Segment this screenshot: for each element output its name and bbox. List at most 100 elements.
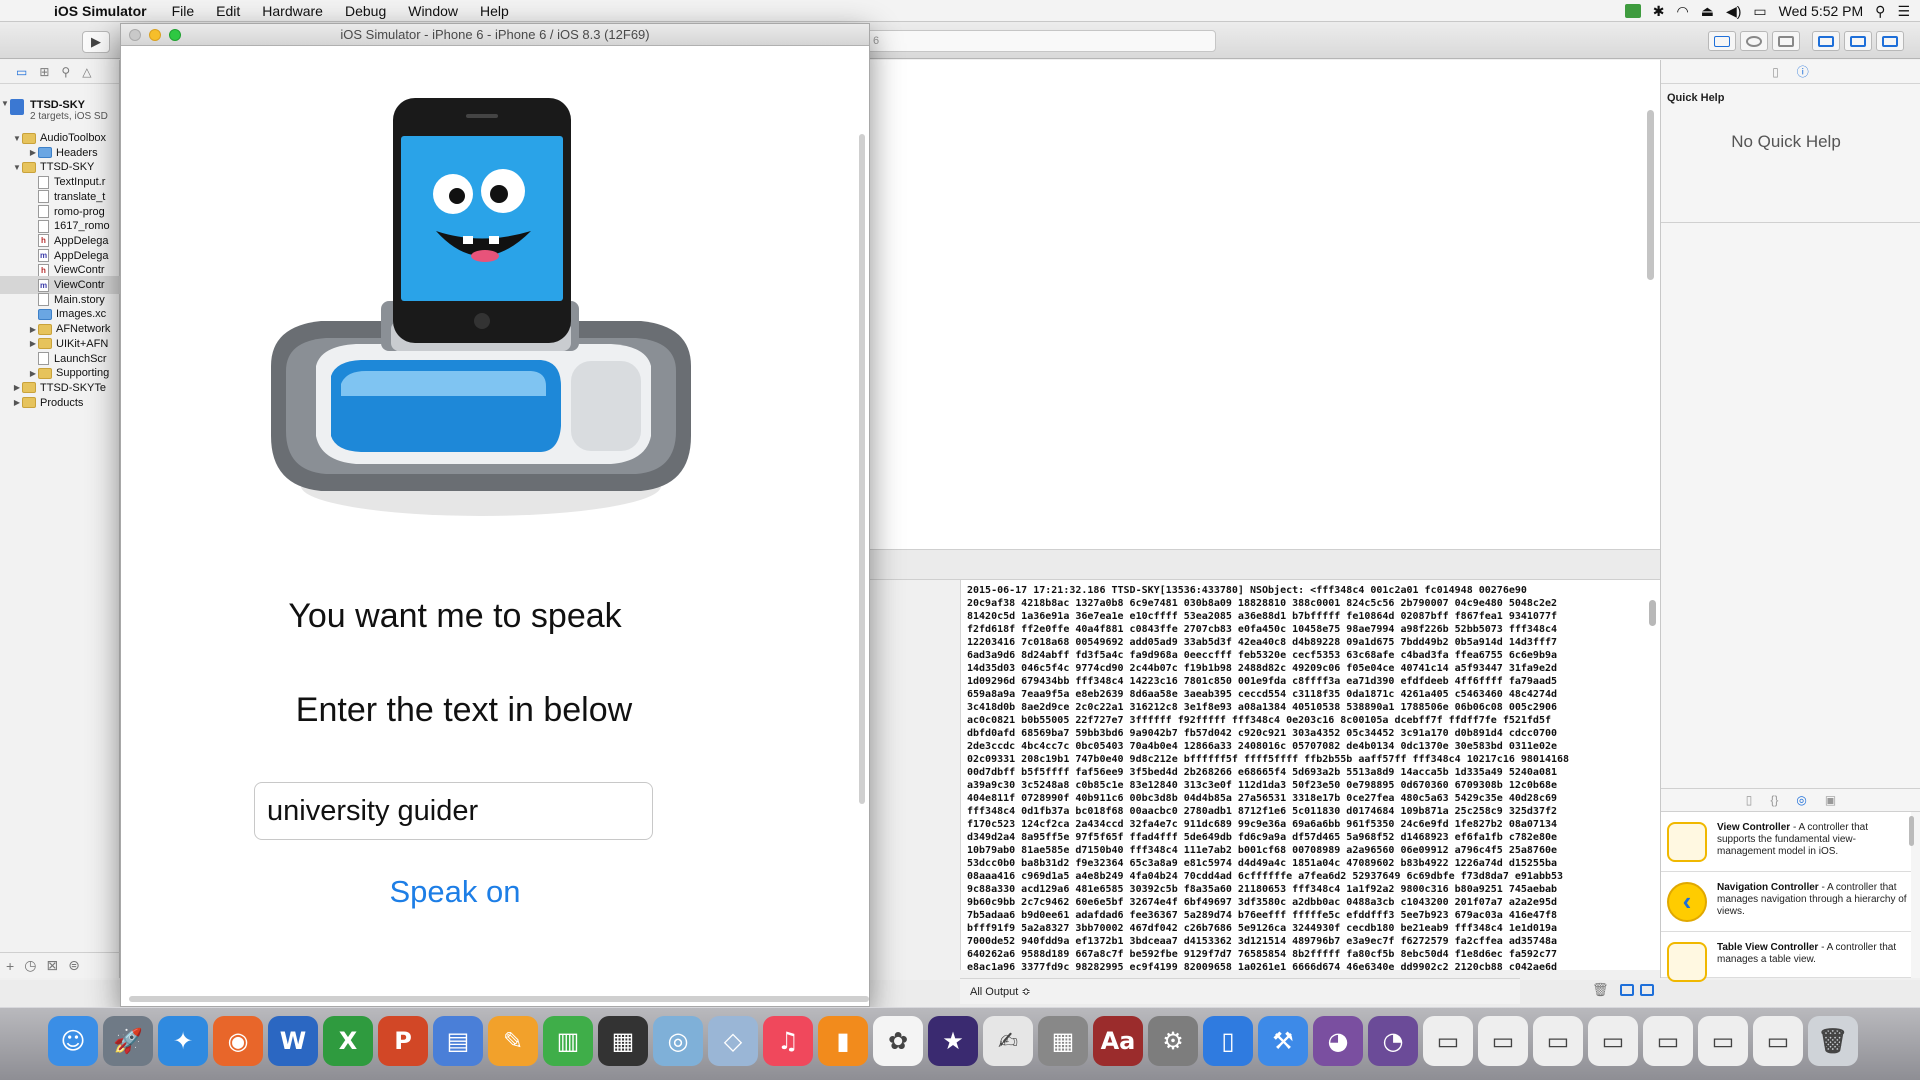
run-button[interactable]: ▶ xyxy=(82,31,110,53)
word-icon[interactable]: W xyxy=(268,1016,318,1066)
eject-icon[interactable]: ⏏ xyxy=(1701,3,1714,20)
menu-hardware[interactable]: Hardware xyxy=(251,3,334,19)
simulator-titlebar[interactable]: iOS Simulator - iPhone 6 - iPhone 6 / iO… xyxy=(121,24,869,46)
firefox-icon[interactable]: ◉ xyxy=(213,1016,263,1066)
dock-item[interactable]: ◔ xyxy=(1368,1016,1418,1072)
network-icon[interactable]: ◎ xyxy=(653,1016,703,1066)
status-app-icon[interactable] xyxy=(1624,4,1641,18)
menu-window[interactable]: Window xyxy=(397,3,469,19)
dock-item[interactable]: ◕ xyxy=(1313,1016,1363,1072)
file-inspector-icon[interactable]: ▯ xyxy=(1772,65,1779,79)
simulator-horizontal-scrollbar[interactable] xyxy=(129,996,869,1002)
code-editor[interactable] xyxy=(870,60,1660,550)
menu-debug[interactable]: Debug xyxy=(334,3,397,19)
app-menu[interactable]: iOS Simulator xyxy=(50,3,161,19)
powerpoint-icon[interactable]: P xyxy=(378,1016,428,1066)
trash-icon[interactable]: 🗑 xyxy=(1808,1016,1858,1066)
object-library-icon[interactable]: ◎ xyxy=(1796,793,1806,807)
media-library-icon[interactable]: ▣ xyxy=(1825,793,1836,807)
dock-item[interactable]: ▭ xyxy=(1423,1016,1473,1072)
dock-item[interactable]: ♫ xyxy=(763,1016,813,1072)
dock-item[interactable]: ◎ xyxy=(653,1016,703,1072)
github-desktop-icon[interactable]: ◔ xyxy=(1368,1016,1418,1066)
file-template-library-icon[interactable]: ▯ xyxy=(1746,793,1753,807)
project-root[interactable]: ▼ TTSD-SKY 2 targets, iOS SD xyxy=(0,97,120,125)
dock-item[interactable]: ⚒ xyxy=(1258,1016,1308,1072)
xcode-icon[interactable]: ⚒ xyxy=(1258,1016,1308,1066)
close-button[interactable] xyxy=(129,29,141,41)
symbol-navigator-icon[interactable]: ⊞ xyxy=(39,65,49,79)
xcode-box-icon[interactable]: ◇ xyxy=(708,1016,758,1066)
editor-scrollbar[interactable] xyxy=(1647,110,1654,280)
dock-item[interactable]: ▦ xyxy=(1038,1016,1088,1072)
zoom-button[interactable] xyxy=(169,29,181,41)
clock[interactable]: Wed 5:52 PM xyxy=(1779,3,1864,19)
photos-icon[interactable]: ✿ xyxy=(873,1016,923,1066)
disclosure-triangle-icon[interactable]: ▶ xyxy=(12,383,22,392)
dock-item[interactable]: ◉ xyxy=(213,1016,263,1072)
dock-item[interactable]: ⚙ xyxy=(1148,1016,1198,1072)
dock-item[interactable]: 🚀 xyxy=(103,1016,153,1072)
disclosure-triangle-icon[interactable]: ▶ xyxy=(28,148,38,157)
show-variables-icon[interactable] xyxy=(1620,984,1634,996)
navigator-row[interactable]: ▶ Products xyxy=(0,394,120,412)
disclosure-open-icon[interactable]: ▼ xyxy=(0,99,10,108)
excel-icon[interactable]: X xyxy=(323,1016,373,1066)
dock-item[interactable]: ▭ xyxy=(1753,1016,1803,1072)
window-thumb-3-icon[interactable]: ▭ xyxy=(1533,1016,1583,1066)
window-thumb-5-icon[interactable]: ▭ xyxy=(1643,1016,1693,1066)
project-navigator-icon[interactable]: ▭ xyxy=(16,65,27,79)
disclosure-triangle-icon[interactable]: ▶ xyxy=(28,325,38,334)
console-scrollbar[interactable] xyxy=(1649,600,1656,626)
dock-item[interactable]: ★ xyxy=(928,1016,978,1072)
menu-help[interactable]: Help xyxy=(469,3,520,19)
speak-on-button[interactable]: Speak on xyxy=(321,869,589,915)
code-snippet-library-icon[interactable]: {} xyxy=(1770,793,1778,807)
library-item-table-view-controller[interactable]: Table View Controller - A controller tha… xyxy=(1661,932,1911,982)
window-thumb-4-icon[interactable]: ▭ xyxy=(1588,1016,1638,1066)
window-thumb-7-icon[interactable]: ▭ xyxy=(1753,1016,1803,1066)
pages-icon[interactable]: ✎ xyxy=(488,1016,538,1066)
dock-item[interactable]: 🗑 xyxy=(1808,1016,1858,1072)
recent-files-icon[interactable]: ◷ xyxy=(24,957,36,974)
filter-icon[interactable]: ⊜ xyxy=(68,957,80,974)
dock-item[interactable]: ✎ xyxy=(488,1016,538,1072)
dock-item[interactable]: ▭ xyxy=(1698,1016,1748,1072)
dock-item[interactable]: W xyxy=(268,1016,318,1072)
dock-item[interactable]: ✿ xyxy=(873,1016,923,1072)
dock-item[interactable]: ▭ xyxy=(1478,1016,1528,1072)
spotlight-icon[interactable]: ⚲ xyxy=(1875,3,1885,20)
scm-filter-icon[interactable]: ⊠ xyxy=(46,957,58,974)
simulator-vertical-scrollbar[interactable] xyxy=(859,134,865,804)
library-item-view-controller[interactable]: View Controller - A controller that supp… xyxy=(1661,812,1911,872)
toggle-debug-area-button[interactable] xyxy=(1844,31,1872,51)
ibooks-icon[interactable]: ▮ xyxy=(818,1016,868,1066)
dock-item[interactable]: ▦ xyxy=(598,1016,648,1072)
quick-help-icon[interactable]: ⓘ xyxy=(1797,63,1809,80)
toggle-navigator-button[interactable] xyxy=(1812,31,1840,51)
disclosure-triangle-icon[interactable]: ▼ xyxy=(12,163,22,172)
speech-text-input[interactable] xyxy=(254,782,653,840)
show-console-icon[interactable] xyxy=(1640,984,1654,996)
clear-console-icon[interactable]: 🗑 xyxy=(1592,982,1609,998)
minimize-button[interactable] xyxy=(149,29,161,41)
window-thumb-2-icon[interactable]: ▭ xyxy=(1478,1016,1528,1066)
library-scrollbar[interactable] xyxy=(1909,816,1914,846)
textedit-icon[interactable]: ✍ xyxy=(983,1016,1033,1066)
add-icon[interactable]: + xyxy=(6,958,14,974)
notification-center-icon[interactable]: ☰ xyxy=(1897,3,1910,20)
dock-item[interactable]: ▥ xyxy=(543,1016,593,1072)
dock-item[interactable]: P xyxy=(378,1016,428,1072)
simulator-icon[interactable]: ▯ xyxy=(1203,1016,1253,1066)
dock-item[interactable]: Aa xyxy=(1093,1016,1143,1072)
safari-icon[interactable]: ✦ xyxy=(158,1016,208,1066)
debug-console[interactable]: 2015-06-17 17:21:32.186 TTSD-SKY[13536:4… xyxy=(960,580,1660,970)
window-thumb-1-icon[interactable]: ▭ xyxy=(1423,1016,1473,1066)
dock-item[interactable]: ▯ xyxy=(1203,1016,1253,1072)
numbers-icon[interactable]: ▥ xyxy=(543,1016,593,1066)
keynote-icon[interactable]: ▤ xyxy=(433,1016,483,1066)
launchpad-icon[interactable]: 🚀 xyxy=(103,1016,153,1066)
wifi-icon[interactable]: ◠ xyxy=(1676,3,1688,20)
disclosure-triangle-icon[interactable]: ▶ xyxy=(12,398,22,407)
imovie-icon[interactable]: ▦ xyxy=(598,1016,648,1066)
